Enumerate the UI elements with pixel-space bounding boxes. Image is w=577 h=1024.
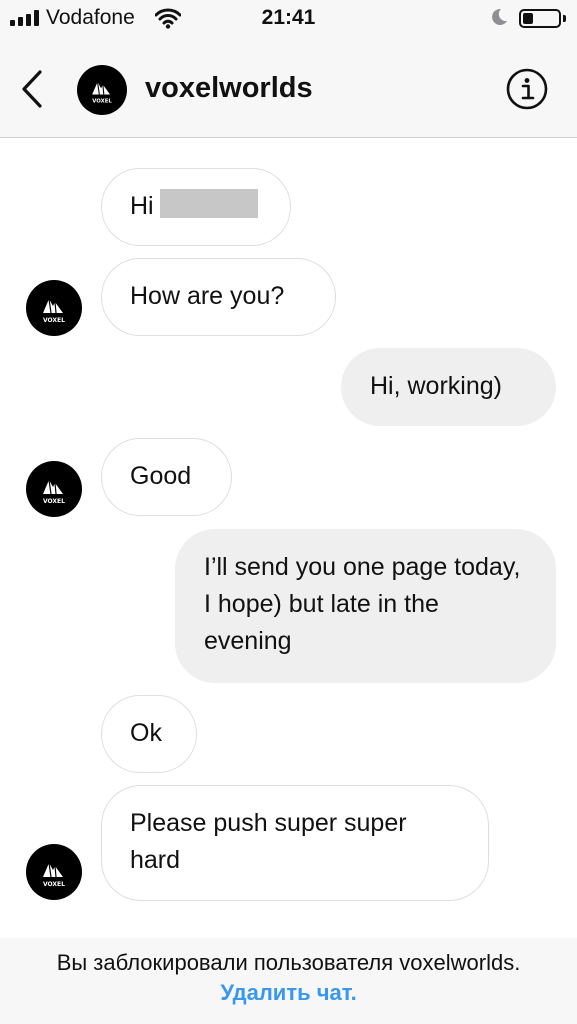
do-not-disturb-moon-icon	[492, 8, 507, 25]
sender-avatar[interactable]: VOXEL	[26, 844, 82, 900]
message-bubble-outgoing[interactable]: Hi, working)	[341, 348, 556, 426]
message-text: How are you?	[130, 282, 285, 310]
header-avatar[interactable]: VOXEL	[77, 65, 127, 115]
battery-tip	[563, 15, 566, 22]
message-bubble-incoming[interactable]: How are you?	[101, 258, 336, 336]
blocked-user-footer: Вы заблокировали пользователя voxelworld…	[0, 938, 577, 1024]
message-text: Ok	[130, 719, 162, 747]
message-bubble-incoming[interactable]: Please push super super hard	[101, 785, 489, 901]
message-bubble-incoming[interactable]: Good	[101, 438, 232, 516]
chat-header: VOXEL voxelworlds	[0, 40, 577, 138]
avatar-logo-label: VOXEL	[43, 881, 65, 888]
avatar-logo-label: VOXEL	[43, 317, 65, 324]
delete-chat-link[interactable]: Удалить чат.	[220, 980, 356, 1006]
voxel-logo-icon: VOXEL	[43, 479, 65, 505]
voxel-logo-icon: VOXEL	[43, 298, 65, 324]
message-text: I’ll send you one page today, I hope) bu…	[204, 553, 521, 655]
info-button[interactable]	[505, 67, 549, 111]
message-text: Hi	[130, 192, 154, 220]
message-bubble-incoming[interactable]: Hi	[101, 168, 291, 246]
sender-avatar[interactable]: VOXEL	[26, 461, 82, 517]
voxel-logo-icon: VOXEL	[92, 81, 112, 105]
blocked-user-notice: Вы заблокировали пользователя voxelworld…	[56, 950, 521, 975]
battery-icon	[519, 9, 561, 28]
info-icon	[506, 68, 548, 110]
message-text: Good	[130, 462, 192, 490]
redacted-name-block	[159, 189, 258, 218]
voxel-logo-icon: VOXEL	[43, 862, 65, 888]
message-text: Hi, working)	[370, 372, 502, 400]
battery-level	[523, 13, 533, 24]
message-bubble-outgoing[interactable]: I’ll send you one page today, I hope) bu…	[175, 529, 556, 683]
avatar-logo-label: VOXEL	[43, 498, 65, 505]
message-text: Please push super super hard	[130, 809, 407, 874]
chat-username[interactable]: voxelworlds	[145, 72, 313, 105]
back-button[interactable]	[14, 68, 50, 110]
status-bar: Vodafone 21:41	[0, 0, 577, 40]
message-bubble-incoming[interactable]: Ok	[101, 695, 197, 773]
chevron-left-icon	[22, 70, 42, 108]
avatar-logo-label: VOXEL	[92, 99, 112, 105]
sender-avatar[interactable]: VOXEL	[26, 280, 82, 336]
